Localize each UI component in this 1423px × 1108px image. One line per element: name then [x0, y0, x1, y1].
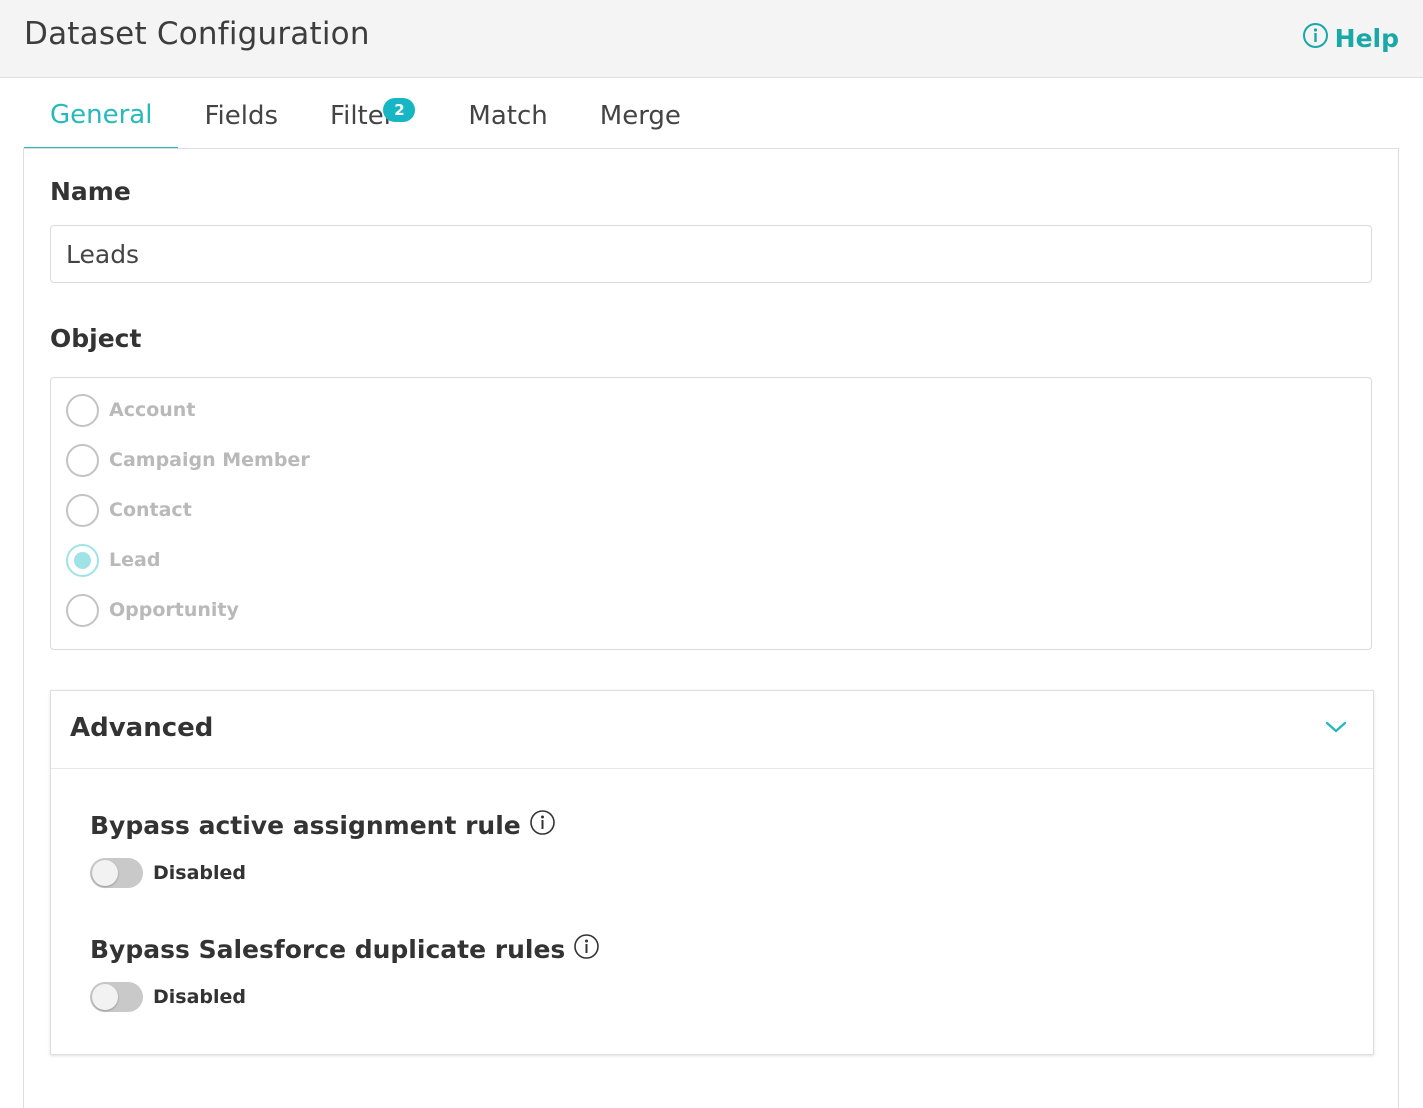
- object-label: Object: [50, 324, 142, 353]
- radio-button[interactable]: [66, 593, 99, 627]
- page-title: Dataset Configuration: [24, 16, 370, 52]
- bypass-assignment-toggle[interactable]: [90, 858, 143, 888]
- bypass-duplicate-toggle[interactable]: [90, 982, 143, 1012]
- name-label: Name: [50, 177, 131, 206]
- advanced-section: Advanced Bypass active assignment rule D…: [50, 690, 1374, 1055]
- radio-label: Opportunity: [109, 599, 239, 621]
- info-circle-icon: [1302, 22, 1329, 55]
- toggle-status: Disabled: [153, 862, 247, 884]
- general-panel: Name Object Account Campaign Member Cont…: [23, 148, 1399, 1108]
- radio-option-lead[interactable]: Lead: [66, 543, 160, 577]
- tab-label: Match: [468, 100, 548, 131]
- tab-label: Merge: [599, 100, 681, 131]
- filter-count-badge: 2: [383, 98, 416, 122]
- radio-button[interactable]: [66, 443, 99, 477]
- tab-label: Fields: [204, 100, 279, 131]
- tab-label: General: [50, 99, 153, 130]
- radio-button-selected[interactable]: [66, 543, 99, 577]
- setting-bypass-duplicate-title: Bypass Salesforce duplicate rules: [90, 933, 600, 966]
- radio-option-opportunity[interactable]: Opportunity: [66, 593, 239, 627]
- chevron-down-icon[interactable]: [1325, 719, 1347, 738]
- info-circle-icon[interactable]: [529, 809, 556, 842]
- radio-option-account[interactable]: Account: [66, 393, 195, 427]
- object-radio-group: Account Campaign Member Contact Lead Opp…: [50, 377, 1372, 650]
- radio-button[interactable]: [66, 393, 99, 427]
- advanced-section-header[interactable]: Advanced: [51, 691, 1373, 769]
- radio-label: Lead: [109, 549, 161, 571]
- tab-fields[interactable]: Fields: [178, 78, 304, 149]
- tab-bar: General Fields Filter 2 Match Merge: [24, 78, 707, 149]
- radio-label: Contact: [109, 499, 192, 521]
- advanced-title: Advanced: [70, 713, 214, 743]
- help-label: Help: [1334, 24, 1399, 53]
- tab-filter[interactable]: Filter 2: [304, 78, 442, 149]
- toggle-status: Disabled: [153, 986, 247, 1008]
- radio-option-campaign-member[interactable]: Campaign Member: [66, 443, 310, 477]
- setting-title-text: Bypass Salesforce duplicate rules: [90, 935, 566, 964]
- page-header: Dataset Configuration Help: [0, 0, 1423, 78]
- setting-bypass-duplicate-toggle-row: Disabled: [90, 982, 246, 1012]
- toggle-knob: [92, 984, 118, 1010]
- tab-match[interactable]: Match: [442, 78, 573, 149]
- radio-button[interactable]: [66, 493, 99, 527]
- radio-option-contact[interactable]: Contact: [66, 493, 192, 527]
- help-link[interactable]: Help: [1302, 22, 1399, 55]
- radio-label: Account: [109, 399, 196, 421]
- name-input[interactable]: [50, 225, 1372, 283]
- toggle-knob: [92, 860, 118, 886]
- radio-selected-dot: [74, 551, 91, 569]
- setting-title-text: Bypass active assignment rule: [90, 811, 521, 840]
- radio-label: Campaign Member: [109, 449, 310, 471]
- setting-bypass-assignment-title: Bypass active assignment rule: [90, 809, 556, 842]
- tab-general[interactable]: General: [24, 78, 179, 149]
- info-circle-icon[interactable]: [573, 933, 600, 966]
- setting-bypass-assignment-toggle-row: Disabled: [90, 858, 246, 888]
- tab-merge[interactable]: Merge: [574, 78, 707, 149]
